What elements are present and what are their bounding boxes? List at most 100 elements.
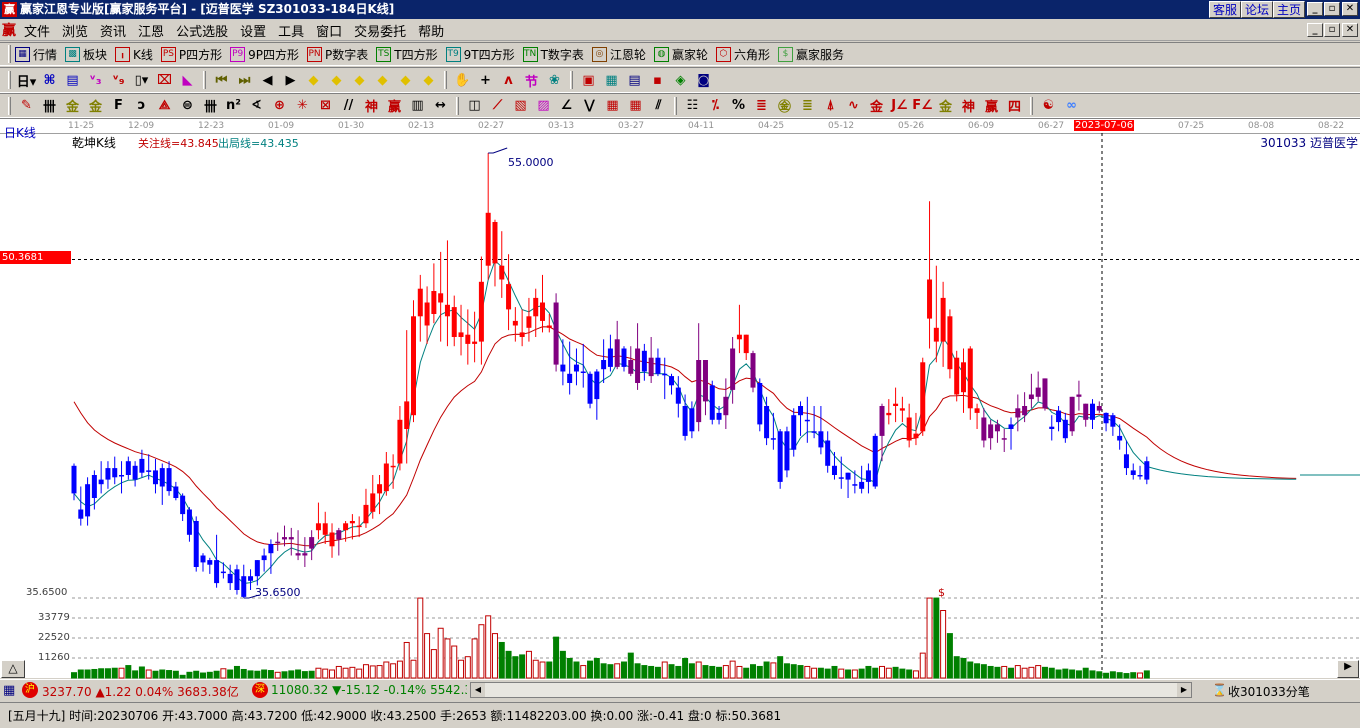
box2-icon[interactable]: ▧ (509, 98, 532, 113)
web2-icon[interactable]: ⊠ (314, 98, 337, 113)
box-icon[interactable]: ◫ (463, 98, 486, 113)
toolbar-winner-wheel-button[interactable]: ◍ 赢家轮 (653, 46, 708, 63)
zigzag-icon[interactable]: ⋁ (578, 98, 601, 113)
measure-icon[interactable]: ↔ (429, 98, 452, 113)
parallel-icon[interactable]: 卌 (38, 96, 61, 115)
god-fan-icon[interactable]: 神 (957, 96, 980, 115)
toolbar-t9-button[interactable]: T9 9T四方形 (445, 46, 515, 63)
move-right-icon[interactable]: ◆ (325, 73, 348, 88)
shrink-icon[interactable]: ◆ (371, 73, 394, 88)
prev-icon[interactable]: ◀ (256, 73, 279, 88)
four-fan-icon[interactable]: 四 (1003, 96, 1026, 115)
notes-icon[interactable]: ▤ (61, 73, 84, 88)
home-link[interactable]: 主页 (1273, 1, 1306, 18)
gold-circle-icon[interactable]: ㊎ (773, 96, 796, 115)
table-icon[interactable]: ☷ (681, 98, 704, 113)
j-fan-icon[interactable]: J∠ (888, 98, 911, 113)
ruler-icon[interactable]: ▥ (406, 98, 429, 113)
chart3-icon[interactable]: ᵛ₃ (84, 73, 107, 88)
menu-item-9[interactable]: 帮助 (412, 21, 450, 40)
percent-icon[interactable]: % (727, 98, 750, 113)
child-restore-button[interactable]: ▫ (1324, 23, 1340, 37)
report-icon[interactable]: ▤ (623, 73, 646, 88)
toolbar-hexagon-button[interactable]: ⬡ 六角形 (715, 46, 770, 63)
pattern-icon[interactable]: ⌘ (38, 73, 61, 88)
crosshair-icon[interactable]: + (474, 73, 497, 88)
win-fan-icon[interactable]: 赢 (980, 96, 1003, 115)
festival-icon[interactable]: 节 (520, 71, 543, 90)
star-icon[interactable]: ✳ (291, 98, 314, 113)
fan2-icon[interactable]: ⟋ (486, 98, 509, 113)
toolbar-pn-button[interactable]: PN P数字表 (307, 46, 368, 63)
flag-icon[interactable]: ◣ (176, 73, 199, 88)
scroll-left-arrow[interactable]: ◀ (471, 683, 485, 697)
toolbar-gann-wheel-button[interactable]: ◎ 江恩轮 (591, 46, 646, 63)
trade-icon[interactable]: ◙ (692, 73, 715, 88)
horizontal-scrollbar[interactable]: ◀ ▶ (470, 682, 1192, 698)
last-icon[interactable]: ⏭ (233, 73, 256, 88)
next-icon[interactable]: ▶ (279, 73, 302, 88)
line-tool-icon[interactable]: ʌ (497, 73, 520, 88)
period-day-dropdown[interactable]: 日▾ (15, 71, 38, 90)
tool-icon[interactable]: ⍋ (819, 98, 842, 113)
menu-item-8[interactable]: 交易委托 (348, 21, 412, 40)
minimize-button[interactable]: _ (1307, 2, 1323, 16)
menu-item-6[interactable]: 工具 (272, 21, 310, 40)
pct-lines-icon[interactable]: ≣ (750, 98, 773, 113)
menu-item-2[interactable]: 资讯 (94, 21, 132, 40)
pct-fan-icon[interactable]: ⁒ (704, 98, 727, 113)
toolbar-ts-button[interactable]: TS T四方形 (376, 46, 438, 63)
fib-icon[interactable]: F (107, 98, 130, 113)
toolbar-quote-table-button[interactable]: ▦ 行情 (15, 46, 57, 63)
gold-fan-icon[interactable]: 金 (934, 96, 957, 115)
toolbar-p9-button[interactable]: P9 9P四方形 (230, 46, 299, 63)
grid-icon[interactable]: ▦ (601, 98, 624, 113)
anti-icon[interactable]: ⌧ (153, 73, 176, 88)
toolbar-tn-button[interactable]: TN T数字表 (522, 46, 584, 63)
grid2-icon[interactable]: ▦ (624, 98, 647, 113)
calendar-icon[interactable]: ▣ (577, 73, 600, 88)
box3-icon[interactable]: ▨ (532, 98, 555, 113)
restore-button[interactable]: ▫ (1324, 2, 1340, 16)
angle2-icon[interactable]: ∠ (555, 98, 578, 113)
forum-link[interactable]: 论坛 (1241, 1, 1274, 18)
wave-icon[interactable]: ∿ (842, 98, 865, 113)
chart9-icon[interactable]: ᵛ₉ (107, 73, 130, 88)
gold3-icon[interactable]: 金 (865, 96, 888, 115)
scroll-right-button[interactable]: ▶ (1337, 660, 1359, 678)
web-icon[interactable]: ◈ (669, 73, 692, 88)
gold-lines-icon[interactable]: ≣ (796, 98, 819, 113)
menu-item-1[interactable]: 浏览 (56, 21, 94, 40)
zoom-out-icon[interactable]: ◆ (417, 73, 440, 88)
save-icon[interactable]: ▪ (646, 73, 669, 88)
gold2-icon[interactable]: 金 (84, 96, 107, 115)
slant-icon[interactable]: ⫽ (647, 98, 670, 113)
infinity-icon[interactable]: ∞ (1060, 98, 1083, 113)
target-icon[interactable]: ⊕ (268, 98, 291, 113)
spiral-icon[interactable]: ↄ (130, 98, 153, 113)
menu-item-5[interactable]: 设置 (234, 21, 272, 40)
close-button[interactable]: ✕ (1342, 2, 1358, 16)
menu-item-0[interactable]: 文件 (18, 21, 56, 40)
taiji-icon[interactable]: ☯ (1037, 98, 1060, 113)
win-icon[interactable]: 赢 (383, 96, 406, 115)
cycle-icon[interactable]: // (337, 98, 360, 113)
god-icon[interactable]: 神 (360, 96, 383, 115)
child-minimize-button[interactable]: _ (1307, 23, 1323, 37)
customer-service-link[interactable]: 客服 (1209, 1, 1242, 18)
expand-icon[interactable]: ◆ (348, 73, 371, 88)
child-close-button[interactable]: ✕ (1342, 23, 1358, 37)
pen-icon[interactable]: ✎ (15, 98, 38, 113)
brain-icon[interactable]: ❀ (543, 73, 566, 88)
toolbar-kline-button[interactable]: ╻ K线 (115, 46, 153, 63)
toolbar-dollar-button[interactable]: $ 赢家服务 (777, 46, 844, 63)
expand-panel-button[interactable]: △ (1, 660, 25, 678)
candle-dropdown[interactable]: ▯▾ (130, 73, 153, 88)
gold1-icon[interactable]: 金 (61, 96, 84, 115)
grid-icon[interactable]: ▦ (3, 683, 15, 698)
f-fan-icon[interactable]: F∠ (911, 98, 934, 113)
first-icon[interactable]: ⏮ (210, 73, 233, 88)
calculator-icon[interactable]: ▦ (600, 73, 623, 88)
menu-item-7[interactable]: 窗口 (310, 21, 348, 40)
menu-item-4[interactable]: 公式选股 (170, 21, 234, 40)
